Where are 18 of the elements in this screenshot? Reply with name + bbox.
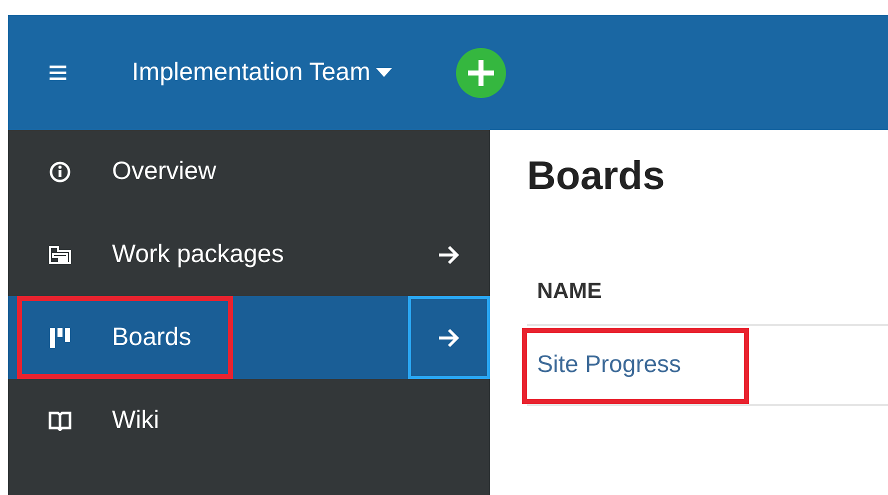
- plus-icon: [468, 60, 494, 86]
- project-dropdown[interactable]: Implementation Team: [126, 54, 398, 92]
- sidebar-item[interactable]: Boards: [8, 296, 490, 379]
- board-columns-icon: [49, 326, 71, 348]
- sidebar-item[interactable]: Overview: [8, 130, 490, 213]
- column-header: NAME: [537, 276, 602, 304]
- caret-icon: [376, 68, 392, 78]
- page-title: Boards: [527, 153, 666, 200]
- arrow-right-icon: [437, 244, 461, 264]
- expand-button[interactable]: [408, 296, 490, 379]
- board-link[interactable]: Site Progress: [537, 347, 682, 383]
- info-icon: [49, 160, 71, 182]
- menu-button[interactable]: ≡: [48, 56, 68, 90]
- package-list-icon: [49, 246, 71, 264]
- arrow-right-icon: [437, 328, 461, 348]
- sidebar-item[interactable]: Wiki: [8, 379, 490, 462]
- book-icon: [48, 410, 72, 430]
- sidebar-item[interactable]: Work packages: [8, 213, 490, 296]
